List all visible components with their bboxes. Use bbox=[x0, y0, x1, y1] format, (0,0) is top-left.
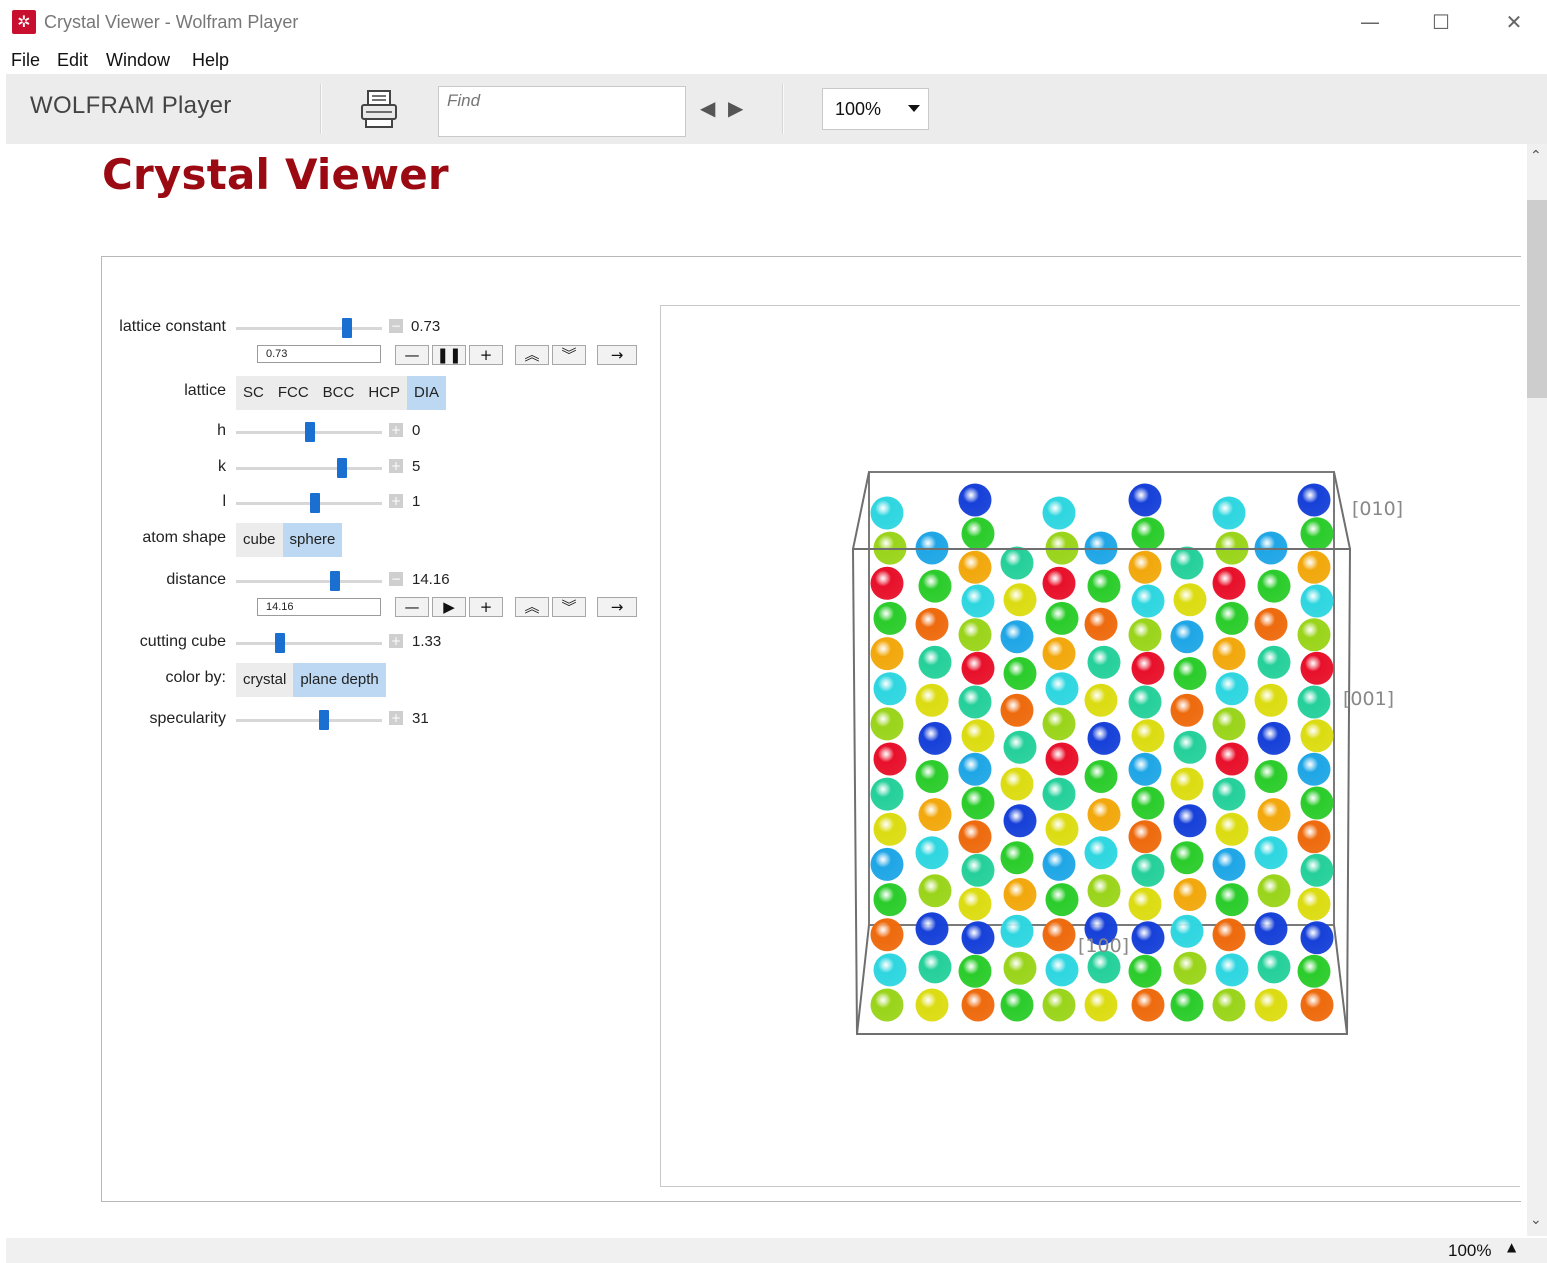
pause-button[interactable]: ❚❚ bbox=[432, 345, 466, 365]
h-label: h bbox=[217, 422, 226, 439]
k-value: 5 bbox=[412, 458, 421, 475]
specularity-value: 31 bbox=[412, 710, 429, 727]
distance-label: distance bbox=[166, 571, 226, 588]
play-button[interactable]: ▶ bbox=[432, 597, 466, 617]
find-input[interactable] bbox=[439, 87, 685, 115]
menu-window[interactable]: Window bbox=[106, 50, 170, 71]
color-by-option-crystal[interactable]: crystal bbox=[236, 663, 293, 697]
h-slider-thumb[interactable] bbox=[304, 422, 315, 442]
specularity-slider[interactable] bbox=[236, 719, 382, 722]
wolfram-app-icon: ✲ bbox=[12, 10, 36, 34]
lattice-option-bcc[interactable]: BCC bbox=[316, 376, 362, 410]
menu-help[interactable]: Help bbox=[192, 50, 229, 71]
zoom-value: 100% bbox=[835, 99, 882, 119]
maximize-button[interactable]: ☐ bbox=[1421, 8, 1461, 36]
l-slider-thumb[interactable] bbox=[310, 493, 321, 513]
page-title: Crystal Viewer bbox=[102, 150, 449, 199]
l-value: 1 bbox=[412, 493, 421, 510]
toolbar: WOLFRAM Player ◀ ▶ 100% bbox=[6, 74, 1547, 144]
title-bar: ✲ Crystal Viewer - Wolfram Player — ☐ ✕ bbox=[0, 0, 1547, 44]
decrement-button[interactable]: — bbox=[395, 597, 429, 617]
minimize-button[interactable]: — bbox=[1350, 8, 1390, 36]
specularity-label: specularity bbox=[149, 710, 226, 727]
axis-label-100: [100] bbox=[1078, 935, 1130, 957]
k-slider[interactable] bbox=[236, 467, 382, 470]
lattice-option-dia[interactable]: DIA bbox=[407, 376, 447, 410]
chevron-up-icon[interactable]: ▲ bbox=[1507, 1240, 1516, 1254]
expand-icon[interactable]: + bbox=[389, 634, 403, 648]
increment-button[interactable]: + bbox=[469, 345, 503, 365]
scrollbar-thumb[interactable] bbox=[1527, 200, 1547, 398]
close-button[interactable]: ✕ bbox=[1494, 8, 1534, 36]
distance-slider[interactable] bbox=[236, 580, 382, 583]
faster-button[interactable]: ︽ bbox=[515, 345, 549, 365]
decrement-button[interactable]: — bbox=[395, 345, 429, 365]
specularity-slider-thumb[interactable] bbox=[318, 710, 329, 730]
lattice-constant-input[interactable]: 0.73 bbox=[257, 345, 381, 363]
l-slider[interactable] bbox=[236, 502, 382, 505]
lattice-setter-bar: SC FCC BCC HCP DIA bbox=[236, 376, 447, 410]
h-value: 0 bbox=[412, 422, 421, 439]
cutting-cube-value: 1.33 bbox=[412, 633, 442, 650]
lattice-label: lattice bbox=[184, 382, 226, 399]
expand-icon[interactable]: + bbox=[389, 459, 403, 473]
expand-icon[interactable]: + bbox=[389, 494, 403, 508]
atom-shape-label: atom shape bbox=[142, 529, 226, 546]
chevron-down-icon bbox=[908, 105, 920, 112]
collapse-icon[interactable]: − bbox=[389, 572, 403, 586]
menu-bar: File Edit Window Help bbox=[0, 46, 1547, 74]
collapse-icon[interactable]: − bbox=[389, 319, 403, 333]
status-bar bbox=[6, 1238, 1547, 1263]
atom-shape-option-cube[interactable]: cube bbox=[236, 523, 283, 557]
zoom-select[interactable]: 100% bbox=[822, 88, 929, 130]
color-by-setter-bar: crystal plane depth bbox=[236, 663, 386, 697]
lattice-constant-value: 0.73 bbox=[411, 318, 441, 335]
color-by-label: color by: bbox=[165, 669, 226, 686]
lattice-constant-slider[interactable] bbox=[236, 327, 382, 330]
scroll-up-icon[interactable]: ⌃ bbox=[1530, 148, 1542, 164]
k-slider-thumb[interactable] bbox=[336, 458, 347, 478]
lattice-constant-label: lattice constant bbox=[119, 318, 226, 335]
k-label: k bbox=[218, 458, 226, 475]
lattice-option-sc[interactable]: SC bbox=[236, 376, 271, 410]
atom-shape-option-sphere[interactable]: sphere bbox=[282, 523, 343, 557]
l-label: l bbox=[222, 493, 226, 510]
direction-button[interactable]: → bbox=[597, 345, 637, 365]
status-zoom-value[interactable]: 100% bbox=[1448, 1241, 1491, 1261]
toolbar-separator bbox=[320, 84, 322, 134]
expand-icon[interactable]: + bbox=[389, 711, 403, 725]
axis-label-010: [010] bbox=[1352, 498, 1404, 520]
toolbar-separator bbox=[782, 84, 784, 134]
find-previous-button[interactable]: ◀ bbox=[700, 96, 715, 120]
wolfram-player-brand: WOLFRAM Player bbox=[30, 92, 232, 119]
graphic-frame[interactable] bbox=[660, 305, 1520, 1187]
menu-edit[interactable]: Edit bbox=[57, 50, 88, 71]
menu-file[interactable]: File bbox=[11, 50, 40, 71]
find-box bbox=[438, 86, 686, 137]
cutting-cube-slider[interactable] bbox=[236, 642, 382, 645]
find-next-button[interactable]: ▶ bbox=[728, 96, 743, 120]
window-title: Crystal Viewer - Wolfram Player bbox=[44, 12, 299, 32]
lattice-constant-slider-thumb[interactable] bbox=[342, 318, 353, 338]
color-by-option-plane-depth[interactable]: plane depth bbox=[293, 663, 386, 697]
expand-icon[interactable]: + bbox=[389, 423, 403, 437]
distance-slider-thumb[interactable] bbox=[329, 571, 340, 591]
slower-button[interactable]: ︾ bbox=[552, 345, 586, 365]
distance-value: 14.16 bbox=[412, 571, 450, 588]
faster-button[interactable]: ︽ bbox=[515, 597, 549, 617]
cutting-cube-slider-thumb[interactable] bbox=[275, 633, 286, 653]
scroll-down-icon[interactable]: ⌄ bbox=[1530, 1212, 1542, 1228]
axis-label-001: [001] bbox=[1343, 688, 1395, 710]
atom-shape-setter-bar: cube sphere bbox=[236, 523, 343, 557]
cutting-cube-label: cutting cube bbox=[139, 633, 226, 650]
slower-button[interactable]: ︾ bbox=[552, 597, 586, 617]
print-icon[interactable] bbox=[358, 88, 400, 130]
direction-button[interactable]: → bbox=[597, 597, 637, 617]
increment-button[interactable]: + bbox=[469, 597, 503, 617]
lattice-option-fcc[interactable]: FCC bbox=[271, 376, 316, 410]
distance-input[interactable]: 14.16 bbox=[257, 598, 381, 616]
lattice-option-hcp[interactable]: HCP bbox=[361, 376, 407, 410]
